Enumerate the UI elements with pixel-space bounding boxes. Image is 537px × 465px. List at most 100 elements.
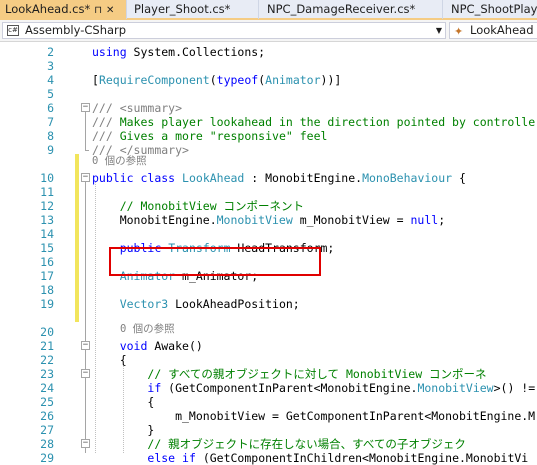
code-line[interactable]: 4 [RequireComponent(typeof(Animator))] <box>0 73 537 87</box>
code-line[interactable]: 6 /// <summary> <box>0 101 537 115</box>
code-line[interactable]: 3 <box>0 59 537 73</box>
code-text[interactable]: /// Makes player lookahead in the direct… <box>92 115 535 129</box>
code-line[interactable]: 20 <box>0 325 537 339</box>
code-token: System.Collections; <box>126 45 266 59</box>
code-line[interactable]: 26 m_MonobitView = GetComponentInParent<… <box>0 409 537 423</box>
code-line[interactable]: 10 public class LookAhead : MonobitEngine… <box>0 171 537 185</box>
code-text[interactable]: public class LookAhead : MonobitEngine.M… <box>92 171 466 185</box>
project-name: Assembly-CSharp <box>25 23 127 37</box>
code-line[interactable]: 18 <box>0 283 537 297</box>
code-line[interactable]: 12 // MonobitView コンポーネント <box>0 199 537 213</box>
code-token: if <box>182 451 196 465</box>
code-line[interactable]: 28 // 親オブジェクトに存在しない場合、すべての子オブジェク <box>0 437 537 451</box>
code-token: // 親オブジェクトに存在しない場合、すべての子オブジェク <box>147 437 466 451</box>
code-token: Gives a more "responsive" feel <box>119 129 328 143</box>
line-number: 25 <box>40 395 54 409</box>
code-text[interactable]: [RequireComponent(typeof(Animator))] <box>92 73 341 87</box>
code-text[interactable]: // 親オブジェクトに存在しない場合、すべての子オブジェク <box>92 437 466 451</box>
code-token: if <box>147 381 162 395</box>
code-text[interactable]: if (GetComponentInParent<MonobitEngine.M… <box>92 381 535 395</box>
code-token: class <box>140 171 176 185</box>
code-text[interactable]: } <box>92 423 154 437</box>
code-token: RequireComponent <box>98 73 210 87</box>
code-line[interactable]: 24 if (GetComponentInParent<MonobitEngin… <box>0 381 537 395</box>
member-name: LookAhead <box>470 23 534 37</box>
code-line[interactable]: 11 <box>0 185 537 199</box>
line-number: 18 <box>40 283 54 297</box>
line-number: 15 <box>40 241 54 255</box>
line-number: 14 <box>40 227 54 241</box>
tab-player-shoot[interactable]: Player_Shoot.cs* <box>126 0 258 19</box>
tab-label: NPC_ShootPlaye <box>451 2 537 16</box>
code-text[interactable]: // MonobitView コンポーネント <box>92 199 304 213</box>
code-text[interactable]: MonobitEngine.MonobitView m_MonobitView … <box>92 213 445 227</box>
code-token: typeof <box>216 73 259 87</box>
line-number: 8 <box>47 129 54 143</box>
code-text[interactable]: // すべての親オブジェクトに対して MonobitView コンポーネ <box>92 367 487 381</box>
code-token: public <box>92 171 134 185</box>
code-line[interactable]: 22 { <box>0 353 537 367</box>
tab-npc-shootplayer[interactable]: NPC_ShootPlaye <box>442 0 537 19</box>
tab-lookahead[interactable]: LookAhead.cs* ⊓ ✕ <box>0 0 126 19</box>
line-number: 5 <box>47 87 54 101</box>
code-text[interactable]: /// </summary> <box>92 143 189 157</box>
code-token: // すべての親オブジェクトに対して MonobitView コンポーネ <box>147 367 487 381</box>
code-line[interactable]: 7 /// Makes player lookahead in the direc… <box>0 115 537 129</box>
code-line[interactable]: 9 /// </summary> <box>0 143 537 157</box>
line-number: 26 <box>40 409 54 423</box>
code-token: /// <box>92 143 120 157</box>
line-number: 10 <box>40 171 54 185</box>
code-token: /// <box>92 115 120 129</box>
code-token: LookAhead <box>182 171 245 185</box>
code-text[interactable]: else if (GetComponentInChildren<MonobitE… <box>92 451 528 465</box>
tab-npc-damagereceiver[interactable]: NPC_DamageReceiver.cs* <box>258 0 442 19</box>
code-text[interactable]: /// Gives a more "responsive" feel <box>92 129 327 143</box>
line-number: 11 <box>40 185 54 199</box>
code-token: } <box>92 423 155 437</box>
code-token: MonoBehaviour <box>362 171 453 185</box>
line-number: 12 <box>40 199 54 213</box>
code-line[interactable]: 2 using System.Collections; <box>0 45 537 59</box>
code-line[interactable]: 14 <box>0 227 537 241</box>
csharp-project-icon: c# <box>7 25 19 36</box>
code-token: [ <box>92 73 99 87</box>
line-number: 23 <box>40 367 54 381</box>
code-token: : MonobitEngine. <box>244 171 363 185</box>
code-line[interactable]: 23 // すべての親オブジェクトに対して MonobitView コンポーネ <box>0 367 537 381</box>
code-line[interactable]: 5 <box>0 87 537 101</box>
code-line[interactable]: 21 void Awake() <box>0 339 537 353</box>
code-text[interactable]: /// <summary> <box>92 101 182 115</box>
project-dropdown[interactable]: c# Assembly-CSharp ▼ <box>2 22 446 39</box>
code-line[interactable]: 29 else if (GetComponentInChildren<Monob… <box>0 451 537 465</box>
pin-icon[interactable]: ⊓ <box>94 5 102 16</box>
code-line[interactable]: 25 { <box>0 395 537 409</box>
code-text[interactable]: Vector3 LookAheadPosition; <box>92 297 300 311</box>
code-line[interactable]: 19 Vector3 LookAheadPosition; <box>0 297 537 311</box>
code-token: Makes player lookahead in the direction … <box>119 115 536 129</box>
line-number: 4 <box>47 73 54 87</box>
chevron-down-icon[interactable]: ▼ <box>436 23 442 38</box>
line-number: 24 <box>40 381 54 395</box>
line-number: 13 <box>40 213 54 227</box>
code-line[interactable]: 13 MonobitEngine.MonobitView m_MonobitVi… <box>0 213 537 227</box>
tab-label: NPC_DamageReceiver.cs* <box>267 2 416 16</box>
member-dropdown[interactable]: ✦ LookAhead <box>449 22 537 39</box>
line-number: 2 <box>47 45 54 59</box>
tab-label: Player_Shoot.cs* <box>134 2 231 16</box>
code-text[interactable]: { <box>92 395 154 409</box>
code-text[interactable]: using System.Collections; <box>92 45 265 59</box>
code-line[interactable]: 27 } <box>0 423 537 437</box>
code-line[interactable]: 8 /// Gives a more "responsive" feel <box>0 129 537 143</box>
close-icon[interactable]: ✕ <box>106 5 114 16</box>
code-token: MonobitView <box>216 213 293 227</box>
code-text[interactable]: { <box>92 353 127 367</box>
code-text[interactable]: void Awake() <box>92 339 203 353</box>
code-text[interactable]: m_MonobitView = GetComponentInParent<Mon… <box>92 409 535 423</box>
